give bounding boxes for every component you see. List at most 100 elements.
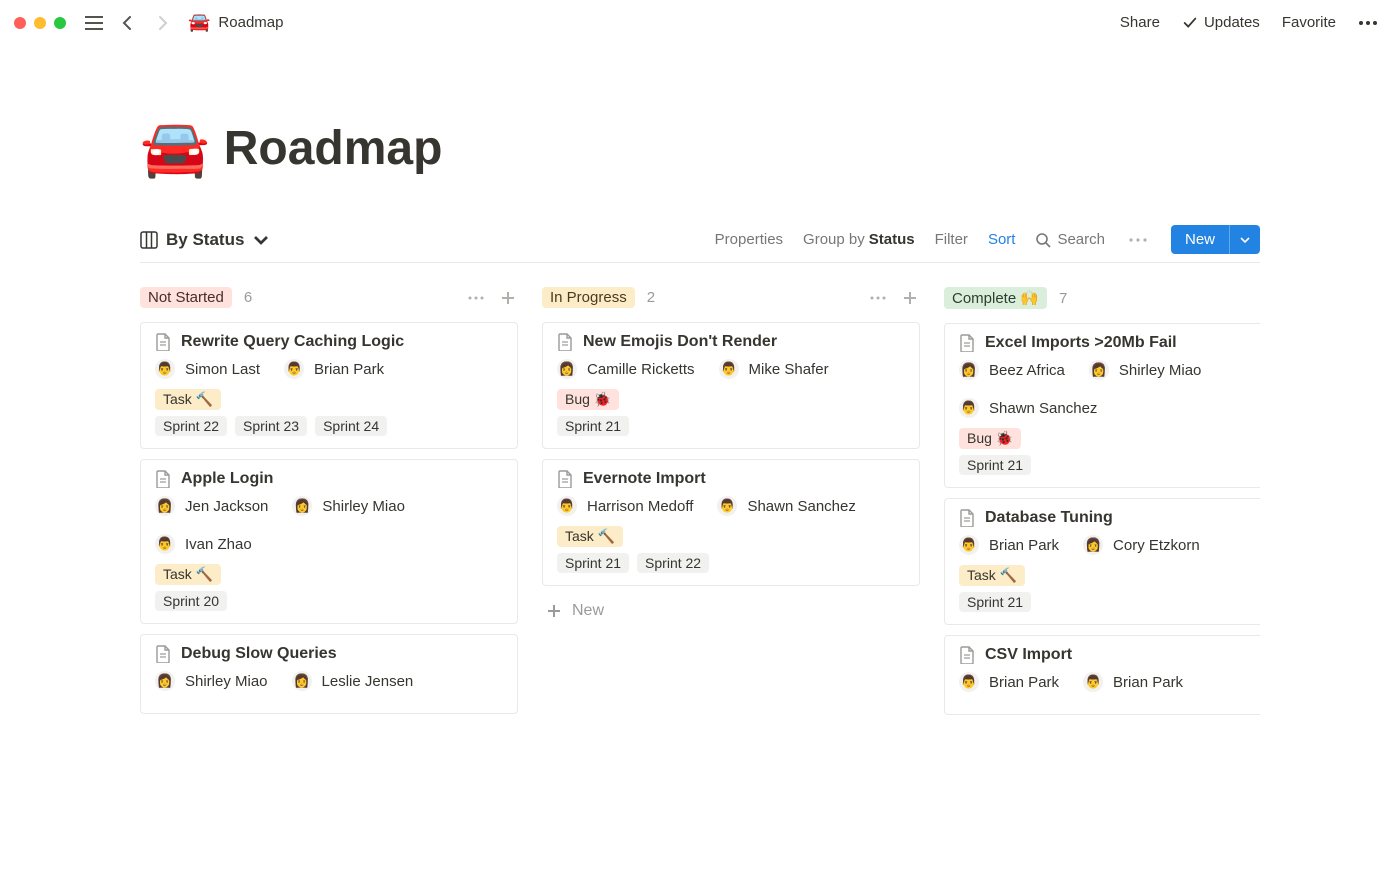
card-people: 👩Jen Jackson 👩 Shirley Miao 👨Ivan Zhao xyxy=(155,496,503,554)
person-name: Shawn Sanchez xyxy=(747,498,855,515)
type-tag: Task 🔨 xyxy=(557,526,623,547)
card-title: CSV Import xyxy=(985,646,1072,664)
updates-label: Updates xyxy=(1204,14,1260,31)
column-options-button[interactable] xyxy=(868,294,888,302)
properties-button[interactable]: Properties xyxy=(715,231,783,248)
search-button[interactable]: Search xyxy=(1035,231,1105,248)
card-type-tags: Bug 🐞 xyxy=(959,428,1260,449)
avatar-icon: 👩 xyxy=(292,496,312,516)
new-button-dropdown[interactable] xyxy=(1229,225,1260,254)
filter-button[interactable]: Filter xyxy=(935,231,968,248)
column-header: Complete 🙌 7 xyxy=(944,283,1260,323)
person-chip: 👨 Brian Park xyxy=(284,359,384,379)
person-name: Brian Park xyxy=(1113,674,1183,691)
board-card[interactable]: Rewrite Query Caching Logic 👨 Simon Last 👨 B… xyxy=(140,322,518,449)
avatar-icon: 👨 xyxy=(284,359,304,379)
view-options-button[interactable] xyxy=(1125,236,1151,244)
column-count: 6 xyxy=(244,289,252,306)
card-sprint-tags: Sprint 22Sprint 23Sprint 24 xyxy=(155,416,503,436)
board-card[interactable]: CSV Import👨Brian Park👨Brian Park xyxy=(944,635,1260,715)
column-label[interactable]: Complete 🙌 xyxy=(944,287,1047,309)
search-icon xyxy=(1035,232,1051,248)
close-window-icon[interactable] xyxy=(14,17,26,29)
page-emoji-icon: 🚘 xyxy=(188,12,210,33)
column-add-button[interactable] xyxy=(498,288,518,308)
person-chip: 👩 Shirley Miao xyxy=(292,496,405,516)
card-sprint-tags: Sprint 21 Sprint 22 xyxy=(557,553,905,573)
view-name-label: By Status xyxy=(166,230,244,250)
sprint-tag: Sprint 22 xyxy=(637,553,709,573)
person-chip: 👨Brian Park xyxy=(1083,672,1183,692)
maximize-window-icon[interactable] xyxy=(54,17,66,29)
page-icon xyxy=(155,645,171,663)
person-name: Brian Park xyxy=(314,361,384,378)
card-people: 👩Beez Africa👩Shirley Miao👨Shawn Sanchez xyxy=(959,360,1260,418)
board-view-icon xyxy=(140,231,158,249)
board-card[interactable]: Evernote Import👨Harrison Medoff👨Shawn Sa… xyxy=(542,459,920,586)
new-button-label[interactable]: New xyxy=(1171,225,1229,254)
type-tag: Task 🔨 xyxy=(155,389,221,410)
sidebar-toggle-button[interactable] xyxy=(80,9,108,37)
card-type-tags: Task 🔨 xyxy=(155,564,503,585)
window-traffic-lights[interactable] xyxy=(14,17,66,29)
person-chip: 👩Beez Africa xyxy=(959,360,1065,380)
board-card[interactable]: Database Tuning👨Brian Park👩Cory EtzkornT… xyxy=(944,498,1260,625)
sprint-tag: Sprint 24 xyxy=(315,416,387,436)
person-chip: 👨Shawn Sanchez xyxy=(717,496,855,516)
nav-back-button[interactable] xyxy=(114,9,142,37)
sprint-tag: Sprint 21 xyxy=(557,553,629,573)
column-label[interactable]: In Progress xyxy=(542,287,635,308)
avatar-icon: 👩 xyxy=(557,359,577,379)
avatar-icon: 👩 xyxy=(1089,360,1109,380)
card-title: Debug Slow Queries xyxy=(181,645,337,663)
page-title[interactable]: 🚘 Roadmap xyxy=(140,115,1260,181)
group-by-button[interactable]: Group by Status xyxy=(803,231,915,248)
nav-forward-button[interactable] xyxy=(148,9,176,37)
person-name: Shirley Miao xyxy=(322,498,405,515)
board-card[interactable]: Apple Login👩Jen Jackson👩Shirley Miao👨Iva… xyxy=(140,459,518,624)
person-name: Shawn Sanchez xyxy=(989,400,1097,417)
minimize-window-icon[interactable] xyxy=(34,17,46,29)
person-name: Mike Shafer xyxy=(749,361,829,378)
person-chip: 👨Ivan Zhao xyxy=(155,534,252,554)
card-title: Rewrite Query Caching Logic xyxy=(181,333,404,351)
column-options-button[interactable] xyxy=(466,294,486,302)
page-icon xyxy=(155,470,171,488)
column-header: Not Started 6 xyxy=(140,283,518,322)
person-name: Leslie Jensen xyxy=(322,673,414,690)
add-card-button[interactable]: New xyxy=(542,596,920,626)
person-name: Cory Etzkorn xyxy=(1113,537,1200,554)
card-people: 👨Harrison Medoff👨Shawn Sanchez xyxy=(557,496,905,516)
avatar-icon: 👨 xyxy=(155,534,175,554)
sort-button[interactable]: Sort xyxy=(988,231,1016,248)
board-card[interactable]: New Emojis Don't Render👩Camille Ricketts… xyxy=(542,322,920,449)
share-button[interactable]: Share xyxy=(1112,10,1168,35)
breadcrumb[interactable]: 🚘 Roadmap xyxy=(188,12,283,33)
more-menu-button[interactable] xyxy=(1350,17,1386,29)
person-name: Brian Park xyxy=(989,674,1059,691)
person-name: Shirley Miao xyxy=(185,673,268,690)
group-by-value: Status xyxy=(869,231,915,248)
view-selector[interactable]: By Status xyxy=(140,230,270,250)
person-name: Simon Last xyxy=(185,361,260,378)
person-chip: 👩Jen Jackson xyxy=(155,496,268,516)
updates-button[interactable]: Updates xyxy=(1174,10,1268,35)
board-card[interactable]: Excel Imports >20Mb Fail👩Beez Africa👩Shi… xyxy=(944,323,1260,488)
card-sprint-tags: Sprint 21 xyxy=(959,455,1260,475)
chevron-down-icon xyxy=(252,231,270,249)
type-tag: Task 🔨 xyxy=(155,564,221,585)
person-chip: 👨Brian Park xyxy=(959,535,1059,555)
person-chip: 👩Shirley Miao xyxy=(155,671,268,691)
page-icon xyxy=(155,333,171,351)
avatar-icon: 👨 xyxy=(959,398,979,418)
column-label[interactable]: Not Started xyxy=(140,287,232,308)
card-people: 👩Camille Ricketts👨Mike Shafer xyxy=(557,359,905,379)
group-by-prefix: Group by xyxy=(803,231,865,248)
favorite-button[interactable]: Favorite xyxy=(1274,10,1344,35)
sprint-tag: Sprint 23 xyxy=(235,416,307,436)
column-add-button[interactable] xyxy=(900,288,920,308)
board-card[interactable]: Debug Slow Queries👩Shirley Miao👩Leslie J… xyxy=(140,634,518,714)
new-record-button[interactable]: New xyxy=(1171,225,1260,254)
sprint-tag: Sprint 21 xyxy=(959,592,1031,612)
column-count: 7 xyxy=(1059,290,1067,307)
